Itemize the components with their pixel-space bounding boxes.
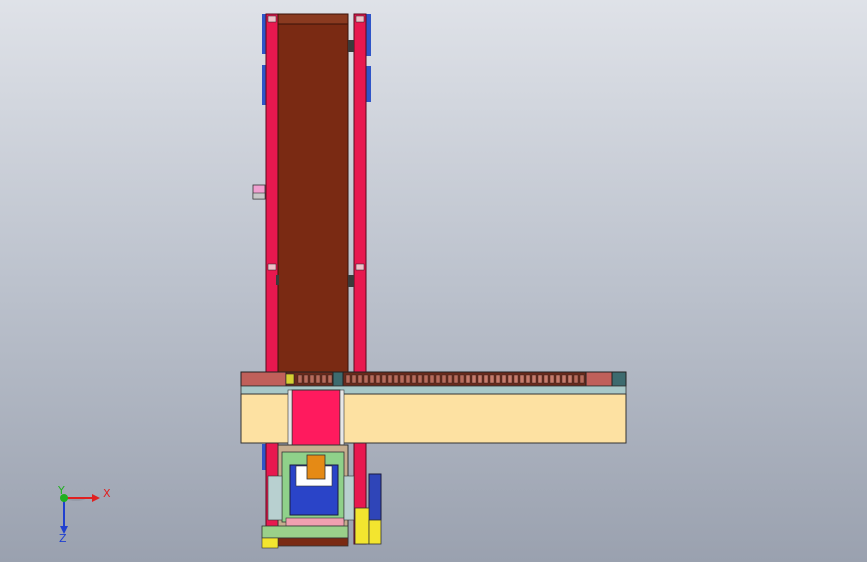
center-carriage: [291, 389, 341, 446]
chain-link: [345, 374, 351, 384]
chain-link: [459, 374, 465, 384]
chain-link: [309, 374, 315, 384]
chain-link: [423, 374, 429, 384]
chain-link: [441, 374, 447, 384]
chain-link: [417, 374, 423, 384]
chain-link: [519, 374, 525, 384]
chain-link: [297, 374, 303, 384]
rail-fixture: [267, 15, 277, 23]
chain-link: [447, 374, 453, 384]
belt: [277, 17, 349, 379]
carriage-rail-right: [339, 389, 345, 446]
chain-link: [393, 374, 399, 384]
chain-link: [543, 374, 549, 384]
chain-link: [465, 374, 471, 384]
chain-link: [471, 374, 477, 384]
rail-clip: [276, 275, 279, 285]
chain-cap-right: [611, 371, 627, 387]
belt-top-roller: [277, 13, 349, 25]
chain-link: [381, 374, 387, 384]
chain-cap-mid: [332, 371, 344, 387]
x-axis-arrow: [92, 494, 100, 502]
chain-link: [435, 374, 441, 384]
chain-end-right: [585, 371, 613, 387]
chain-link: [321, 374, 327, 384]
right-mid-bracket: [366, 66, 371, 102]
chain-link: [429, 374, 435, 384]
chain-link: [573, 374, 579, 384]
chain-link: [567, 374, 573, 384]
cad-viewport[interactable]: X Y Z: [0, 0, 867, 562]
chain-link: [495, 374, 501, 384]
chain-link: [357, 374, 363, 384]
chain-link: [453, 374, 459, 384]
chain-link: [531, 374, 537, 384]
sensor-base: [252, 192, 266, 200]
yellow-pad: [368, 519, 382, 545]
chain-link: [369, 374, 375, 384]
chain-link: [327, 374, 333, 384]
right-rail: [353, 13, 367, 545]
rail-clip: [348, 40, 354, 52]
chain-link: [549, 374, 555, 384]
conveyor-assembly[interactable]: [240, 13, 627, 549]
rail-fixture: [355, 15, 365, 23]
chain-link: [525, 374, 531, 384]
yellow-pad: [354, 507, 370, 545]
chain-link: [387, 374, 393, 384]
chain-link: [561, 374, 567, 384]
z-axis-label: Z: [59, 532, 67, 545]
chain-link: [303, 374, 309, 384]
chain-link: [351, 374, 357, 384]
base-plate: [261, 525, 349, 539]
chain-link: [363, 374, 369, 384]
chain-link: [477, 374, 483, 384]
chain-link: [507, 374, 513, 384]
chain-link: [501, 374, 507, 384]
motor: [368, 473, 382, 521]
chain-link: [483, 374, 489, 384]
chain-link: [405, 374, 411, 384]
chain-link: [489, 374, 495, 384]
chain-yellow-link: [285, 373, 295, 385]
chain-link: [579, 374, 585, 384]
right-upper-bracket: [366, 14, 371, 56]
base-belt: [277, 537, 349, 547]
chain-link: [375, 374, 381, 384]
rail-clip: [348, 275, 354, 287]
y-axis-label: Y: [57, 484, 65, 497]
base-foot: [261, 537, 279, 549]
chain-link: [537, 374, 543, 384]
chain-end-left: [240, 371, 287, 387]
rail-fixture: [267, 263, 277, 271]
axis-triad[interactable]: X Y Z: [57, 484, 111, 545]
orange-block: [306, 454, 326, 480]
chain-link: [411, 374, 417, 384]
chain-link: [513, 374, 519, 384]
chain-link: [555, 374, 561, 384]
chain-link: [315, 374, 321, 384]
rail-fixture: [355, 263, 365, 271]
carriage-rail-left: [287, 389, 293, 446]
chain-link: [399, 374, 405, 384]
x-axis-label: X: [103, 487, 111, 500]
